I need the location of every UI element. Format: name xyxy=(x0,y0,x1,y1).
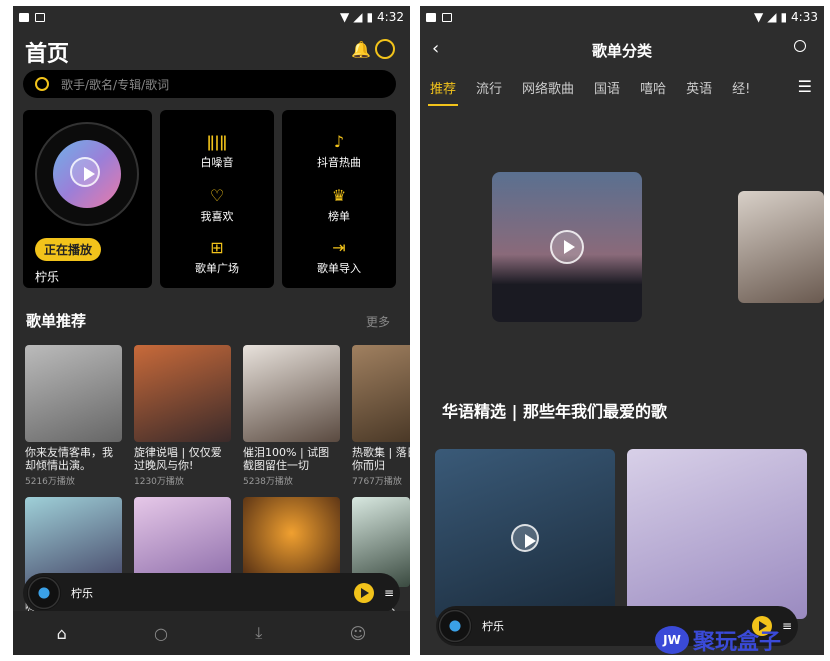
image-icon xyxy=(426,12,436,22)
status-time: 4:33 xyxy=(791,10,818,24)
status-bar: ▼ ◢ ▮ 4:32 xyxy=(13,6,410,28)
playlist-card[interactable]: 热歌集 | 落日，待你而归 7767万播放 xyxy=(352,345,410,487)
image-icon xyxy=(19,12,29,22)
item-label: 歌单广场 xyxy=(195,262,239,275)
playlist-cover xyxy=(352,345,410,442)
now-playing-badge: 正在播放 xyxy=(35,238,102,261)
item-label: 白噪音 xyxy=(200,156,234,169)
crown-icon: ♛ xyxy=(331,186,347,205)
playlist-category-screen: ▼ ◢ ▮ 4:33 ‹ 歌单分类 推荐 流行 网络歌曲 国语 嘻哈 英语 经! ☰ … xyxy=(420,6,824,655)
heart-icon: ♡ xyxy=(209,186,225,205)
tab-english[interactable]: 英语 xyxy=(676,78,722,97)
grid-icon: ⊞ xyxy=(210,238,224,257)
category-tabs: 推荐 流行 网络歌曲 国语 嘻哈 英语 经! xyxy=(420,72,824,106)
playlist-count: 5216万播放 xyxy=(25,477,75,487)
item-label: 歌单导入 xyxy=(317,262,361,275)
watermark-text: 聚玩盒子 xyxy=(693,630,782,655)
playlist-cover xyxy=(243,345,340,442)
page-title: 首页 xyxy=(25,42,70,67)
playlist-card[interactable]: 催泪100% | 试图截图留住一切 5238万播放 xyxy=(243,345,340,487)
import-playlist-item[interactable]: ⇥ 歌单导入 xyxy=(282,240,396,276)
mini-disc-icon xyxy=(438,609,472,643)
white-noise-item[interactable]: ǁǀǁ 白噪音 xyxy=(160,134,274,170)
vinyl-disc xyxy=(35,122,139,226)
watermark: JW 聚玩盒子 xyxy=(655,624,781,656)
page-title: 歌单分类 xyxy=(591,42,652,60)
app-notification-icon xyxy=(35,12,45,22)
playlist-cover[interactable] xyxy=(627,449,807,619)
quick-links-card-2: ♪ 抖音热曲 ♛ 榜单 ⇥ 歌单导入 xyxy=(282,110,396,288)
playlist-title: 你来友情客串，我却倾情出演。 xyxy=(25,446,113,472)
section-title: 华语精选 | 那些年我们最爱的歌 xyxy=(442,402,667,421)
section-title: 歌单推荐 xyxy=(26,312,87,330)
tab-internet-songs[interactable]: 网络歌曲 xyxy=(512,78,584,97)
wifi-icon: ▼ xyxy=(753,10,764,24)
status-bar: ▼ ◢ ▮ 4:33 xyxy=(420,6,824,28)
playlist-cover xyxy=(25,345,122,442)
tab-recommend[interactable]: 推荐 xyxy=(420,78,466,106)
playlist-count: 7767万播放 xyxy=(352,477,402,487)
download-icon[interactable]: ⤓ xyxy=(255,623,262,643)
signal-icon: ◢ xyxy=(353,10,363,24)
home-icon[interactable]: ⌂ xyxy=(57,624,67,643)
search-icon[interactable] xyxy=(794,40,806,52)
search-bar[interactable]: 歌手/歌名/专辑/歌词 xyxy=(23,70,396,98)
item-label: 榜单 xyxy=(328,210,350,223)
playlist-card[interactable]: 旋律说唱 | 仅仅爱过晚风与你! 1230万播放 xyxy=(134,345,231,487)
home-screen: ▼ ◢ ▮ 4:32 首页 🔔 歌手/歌名/专辑/歌词 正在播放 柠乐 ǁǀǁ 白噪音 … xyxy=(13,6,410,655)
tiktok-icon: ♪ xyxy=(333,132,345,151)
tab-classic[interactable]: 经! xyxy=(722,78,760,97)
now-playing-card[interactable]: 正在播放 柠乐 xyxy=(23,110,152,288)
mini-player-song: 柠乐 xyxy=(71,587,93,600)
play-icon[interactable] xyxy=(550,230,584,264)
battery-icon: ▮ xyxy=(780,10,788,24)
profile-icon[interactable]: ☺ xyxy=(350,624,367,643)
playlist-card[interactable]: 你来友情客串，我却倾情出演。 5216万播放 xyxy=(25,345,122,487)
search-icon xyxy=(35,77,49,91)
soundwave-icon: ǁǀǁ xyxy=(206,132,228,151)
status-time: 4:32 xyxy=(377,10,404,24)
app-notification-icon xyxy=(442,12,452,22)
menu-icon[interactable]: ☰ xyxy=(798,77,812,96)
tab-mandarin[interactable]: 国语 xyxy=(584,78,630,97)
search-nav-icon[interactable]: ○ xyxy=(154,624,168,643)
import-icon: ⇥ xyxy=(332,238,346,257)
item-label: 抖音热曲 xyxy=(317,156,361,169)
play-icon[interactable] xyxy=(70,157,100,187)
mini-player[interactable]: 柠乐 ≡ xyxy=(23,573,400,613)
qq-avatar-icon[interactable] xyxy=(375,39,395,59)
watermark-logo: JW xyxy=(655,626,689,654)
mini-disc-icon xyxy=(27,576,61,610)
playlist-count: 5238万播放 xyxy=(243,477,293,487)
playlist-count: 1230万播放 xyxy=(134,477,184,487)
tab-hiphop[interactable]: 嘻哈 xyxy=(630,78,676,97)
bell-icon[interactable]: 🔔 xyxy=(351,40,371,59)
play-icon[interactable] xyxy=(511,524,539,552)
playlist-icon[interactable]: ≡ xyxy=(384,586,394,600)
play-button[interactable] xyxy=(353,583,374,603)
quick-links-card-1: ǁǀǁ 白噪音 ♡ 我喜欢 ⊞ 歌单广场 xyxy=(160,110,274,288)
douyin-hits-item[interactable]: ♪ 抖音热曲 xyxy=(282,134,396,170)
more-link[interactable]: 更多 xyxy=(366,313,390,330)
featured-playlist-cover[interactable] xyxy=(492,172,642,322)
playlist-square-item[interactable]: ⊞ 歌单广场 xyxy=(160,240,274,276)
item-label: 我喜欢 xyxy=(200,210,234,223)
featured-playlist-cover[interactable] xyxy=(738,191,824,303)
tab-pop[interactable]: 流行 xyxy=(466,78,512,97)
favorites-item[interactable]: ♡ 我喜欢 xyxy=(160,188,274,224)
playlist-title: 热歌集 | 落日，待你而归 xyxy=(352,446,410,472)
mini-player-song: 柠乐 xyxy=(482,620,504,633)
search-placeholder: 歌手/歌名/专辑/歌词 xyxy=(61,77,170,92)
playlist-title: 旋律说唱 | 仅仅爱过晚风与你! xyxy=(134,446,222,472)
battery-icon: ▮ xyxy=(366,10,374,24)
signal-icon: ◢ xyxy=(767,10,777,24)
playlist-cover[interactable] xyxy=(435,449,615,619)
charts-item[interactable]: ♛ 榜单 xyxy=(282,188,396,224)
playlist-icon[interactable]: ≡ xyxy=(782,619,792,633)
bottom-nav: ⌂ ○ ⤓ ☺ xyxy=(13,611,410,655)
playlist-title: 催泪100% | 试图截图留住一切 xyxy=(243,446,330,472)
playlist-cover xyxy=(134,345,231,442)
wifi-icon: ▼ xyxy=(339,10,350,24)
now-playing-song: 柠乐 xyxy=(35,270,60,284)
